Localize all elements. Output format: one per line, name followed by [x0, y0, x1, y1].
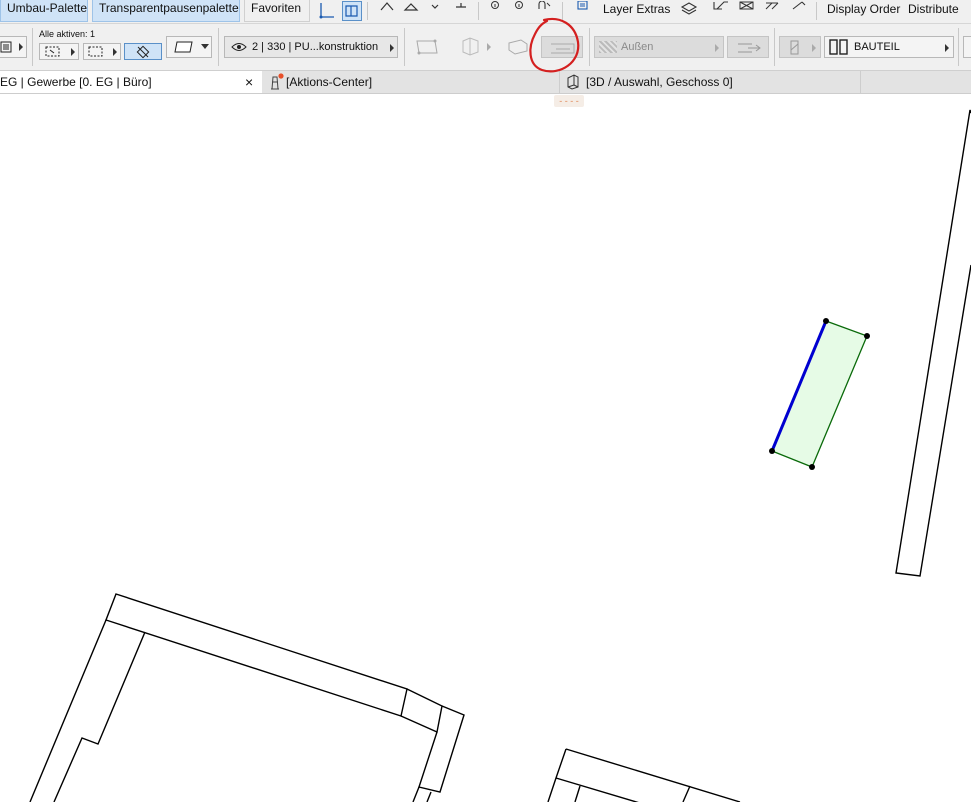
mirror-icon[interactable] [738, 1, 756, 19]
list-icon [0, 41, 12, 53]
eye-icon [231, 43, 247, 51]
close-icon[interactable]: × [245, 71, 253, 93]
chevron-right-icon [487, 43, 491, 51]
parallelogram-icon [174, 41, 193, 53]
component-value: BAUTEIL [854, 41, 900, 53]
chevron-right-icon [812, 44, 816, 52]
geometry-method-straight-icon[interactable] [413, 37, 447, 57]
marquee-dashed-icon [88, 46, 103, 57]
layer-combo[interactable]: 2 | 330 | PU...konstruktion [224, 36, 398, 58]
selection-method-button[interactable] [39, 43, 79, 60]
room-walls-left[interactable] [29, 593, 465, 802]
snap-guide-icon[interactable] [318, 1, 336, 19]
view-settings-button[interactable] [0, 36, 27, 58]
magic-wand-icon[interactable] [790, 1, 808, 19]
room-walls-bottom[interactable] [547, 748, 741, 802]
geometry-method-box-icon[interactable] [458, 36, 484, 58]
annotation-circle [529, 17, 580, 73]
chevron-right-icon [390, 44, 394, 52]
hatch-swatch-icon [599, 41, 617, 53]
favorites-button[interactable]: Favoriten [244, 0, 310, 22]
wall-layers-icon [829, 39, 848, 55]
umbau-palette-button[interactable]: Umbau-Palette [0, 0, 88, 22]
transparentpausen-palette-button[interactable]: Transparentpausenpalette [92, 0, 240, 22]
chevron-right-icon [113, 48, 117, 56]
selected-wall[interactable] [771, 320, 868, 468]
tab-floor-plan[interactable]: EG | Gewerbe [0. EG | Büro] × [0, 71, 262, 93]
marquee-icon [45, 46, 60, 57]
snap-grid-icon[interactable] [342, 1, 362, 21]
chevron-down-icon[interactable] [426, 1, 444, 19]
view-tab-bar: EG | Gewerbe [0. EG | Büro] × [Aktions-C… [0, 71, 971, 94]
tab-floor-plan-label: EG | Gewerbe [0. EG | Büro] [0, 75, 152, 89]
polygon-shape-button[interactable] [166, 36, 212, 58]
wand-icon [136, 45, 150, 59]
wall-structure-icon [790, 40, 799, 55]
layers-stack-icon[interactable] [680, 1, 698, 19]
layer-combo-value: 2 | 330 | PU...konstruktion [252, 41, 379, 53]
chevron-right-icon [71, 48, 75, 56]
wall-node[interactable] [864, 333, 870, 339]
tab-aktions-center-label: [Aktions-Center] [286, 75, 373, 89]
marquee-type-button[interactable] [83, 43, 121, 60]
top-toolbar: Umbau-Palette Transparentpausenpalette F… [0, 0, 971, 24]
magic-wand-button[interactable] [124, 43, 162, 60]
display-order-label[interactable]: Display Order [827, 2, 900, 16]
stretch-icon[interactable] [764, 1, 782, 19]
lighthouse-icon [271, 73, 284, 90]
wall-node[interactable] [823, 318, 829, 324]
info-circle-icon[interactable] [486, 1, 504, 19]
chevron-down-icon [201, 44, 209, 49]
tab-3d-view[interactable]: [3D / Auswahl, Geschoss 0] [563, 71, 861, 93]
layer-extras-label[interactable]: Layer Extras [603, 2, 670, 16]
tab-aktions-center[interactable]: [Aktions-Center] [263, 71, 560, 93]
surface-combo[interactable]: Außen [594, 36, 724, 58]
drawing-canvas[interactable] [0, 94, 971, 802]
baseline-icon[interactable] [452, 1, 470, 19]
chevron-right-icon [19, 43, 23, 51]
chevron-right-icon [945, 44, 949, 52]
wall-right-long[interactable] [895, 109, 971, 577]
more-settings-button[interactable] [963, 36, 971, 58]
reference-line-button[interactable] [727, 36, 769, 58]
component-combo[interactable]: BAUTEIL [824, 36, 954, 58]
tab-3d-view-label: [3D / Auswahl, Geschoss 0] [586, 75, 733, 89]
selection-count-label: Alle aktiven: 1 [39, 29, 96, 39]
surface-value: Außen [621, 41, 654, 53]
distribute-label[interactable]: Distribute [908, 2, 959, 16]
info-box-toolbar: Alle aktiven: 1 2 | 330 | PU...konstrukt… [0, 24, 971, 71]
reference-line-icon [738, 43, 761, 53]
elevation-up-icon[interactable] [378, 1, 396, 19]
wall-node[interactable] [809, 464, 815, 470]
chevron-right-icon [715, 44, 719, 52]
align-icon[interactable] [712, 1, 730, 19]
wall-node[interactable] [769, 448, 775, 454]
structure-type-button[interactable] [779, 36, 821, 58]
elevation-mid-icon[interactable] [402, 1, 420, 19]
